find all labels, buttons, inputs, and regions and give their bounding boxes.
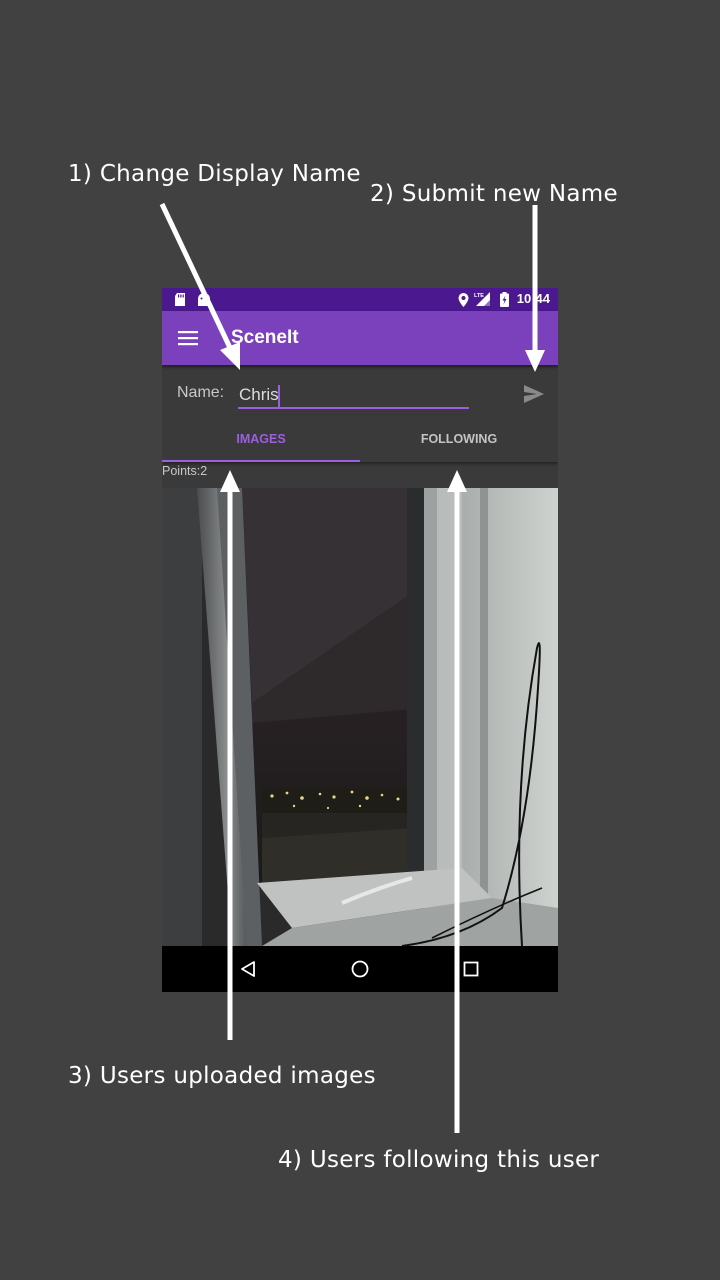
- status-bar: LTE 10:44: [162, 288, 558, 311]
- tab-images[interactable]: IMAGES: [162, 415, 360, 462]
- tab-bar: IMAGES FOLLOWING: [162, 415, 558, 462]
- sd-card-icon: [175, 293, 185, 306]
- network-type-label: LTE: [474, 293, 484, 299]
- back-icon[interactable]: [237, 958, 259, 980]
- send-icon[interactable]: [522, 382, 546, 406]
- hamburger-menu-icon[interactable]: [178, 329, 198, 347]
- status-bar-clock: 10:44: [516, 291, 550, 306]
- signal-icon: LTE: [474, 292, 490, 306]
- location-icon: [458, 293, 469, 307]
- navigation-bar: [162, 946, 558, 992]
- text-cursor: [278, 385, 280, 407]
- display-name-input[interactable]: [238, 383, 469, 409]
- annotation-users-following: 4) Users following this user: [278, 1147, 600, 1173]
- selected-tab-indicator: [162, 460, 360, 462]
- name-label: Name:: [177, 384, 225, 401]
- display-name-row: Name:: [162, 365, 558, 415]
- app-bar: SceneIt: [162, 311, 558, 365]
- battery-charging-icon: [500, 292, 509, 307]
- android-icon: [198, 293, 210, 306]
- home-icon[interactable]: [349, 958, 371, 980]
- annotation-uploaded-images: 3) Users uploaded images: [68, 1063, 376, 1089]
- tab-following[interactable]: FOLLOWING: [360, 415, 558, 462]
- points-count: Points:2: [162, 464, 208, 478]
- app-title: SceneIt: [231, 327, 299, 348]
- recents-icon[interactable]: [460, 958, 482, 980]
- uploaded-photo[interactable]: [162, 488, 558, 946]
- phone-screenshot: LTE 10:44 SceneIt Name: IMAGES FOLLOWING…: [162, 288, 558, 992]
- annotation-submit-new-name: 2) Submit new Name: [370, 181, 618, 207]
- annotation-change-display-name: 1) Change Display Name: [68, 161, 361, 187]
